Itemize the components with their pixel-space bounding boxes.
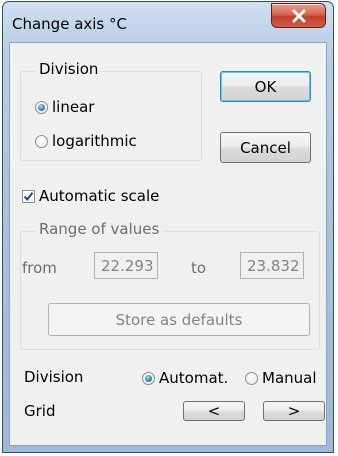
automatic-scale-box[interactable] bbox=[22, 189, 35, 203]
title-bar[interactable]: Change axis °C bbox=[3, 2, 333, 42]
division-row-label: Division bbox=[24, 368, 84, 386]
from-label: from bbox=[22, 259, 57, 277]
radio-automat-label: Automat. bbox=[159, 369, 229, 387]
close-button[interactable] bbox=[271, 3, 326, 28]
radio-linear[interactable]: linear bbox=[35, 98, 94, 116]
store-as-defaults-button[interactable]: Store as defaults bbox=[48, 303, 310, 336]
division-group-legend: Division bbox=[36, 60, 102, 78]
grid-next-button[interactable]: > bbox=[263, 401, 325, 421]
to-label: to bbox=[191, 259, 207, 277]
automatic-scale-checkbox[interactable]: Automatic scale bbox=[22, 187, 159, 205]
to-input[interactable]: 23.832 bbox=[240, 252, 304, 279]
ok-button[interactable]: OK bbox=[220, 71, 311, 102]
range-group-legend: Range of values bbox=[36, 220, 163, 238]
radio-automat-indicator[interactable] bbox=[142, 371, 155, 385]
radio-manual-label: Manual bbox=[262, 369, 317, 387]
radio-automat[interactable]: Automat. bbox=[142, 369, 228, 387]
radio-manual[interactable]: Manual bbox=[245, 369, 317, 387]
radio-linear-label: linear bbox=[52, 98, 95, 116]
radio-linear-indicator[interactable] bbox=[35, 100, 48, 114]
automatic-scale-label: Automatic scale bbox=[39, 187, 160, 205]
checkmark-icon bbox=[23, 191, 34, 201]
window-title: Change axis °C bbox=[12, 15, 127, 33]
grid-previous-button[interactable]: < bbox=[183, 401, 245, 421]
dialog-client-area: Division linear logarithmic OK Cancel Au… bbox=[9, 42, 327, 446]
radio-logarithmic-label: logarithmic bbox=[52, 132, 137, 150]
from-input[interactable]: 22.293 bbox=[94, 252, 158, 279]
grid-row-label: Grid bbox=[24, 402, 56, 420]
cancel-button[interactable]: Cancel bbox=[220, 132, 311, 163]
radio-manual-indicator[interactable] bbox=[245, 371, 258, 385]
radio-logarithmic[interactable]: logarithmic bbox=[35, 132, 137, 150]
dialog-window: Change axis °C Division linear logarithm… bbox=[2, 1, 334, 453]
close-x-icon bbox=[292, 9, 305, 22]
radio-logarithmic-indicator[interactable] bbox=[35, 134, 48, 148]
